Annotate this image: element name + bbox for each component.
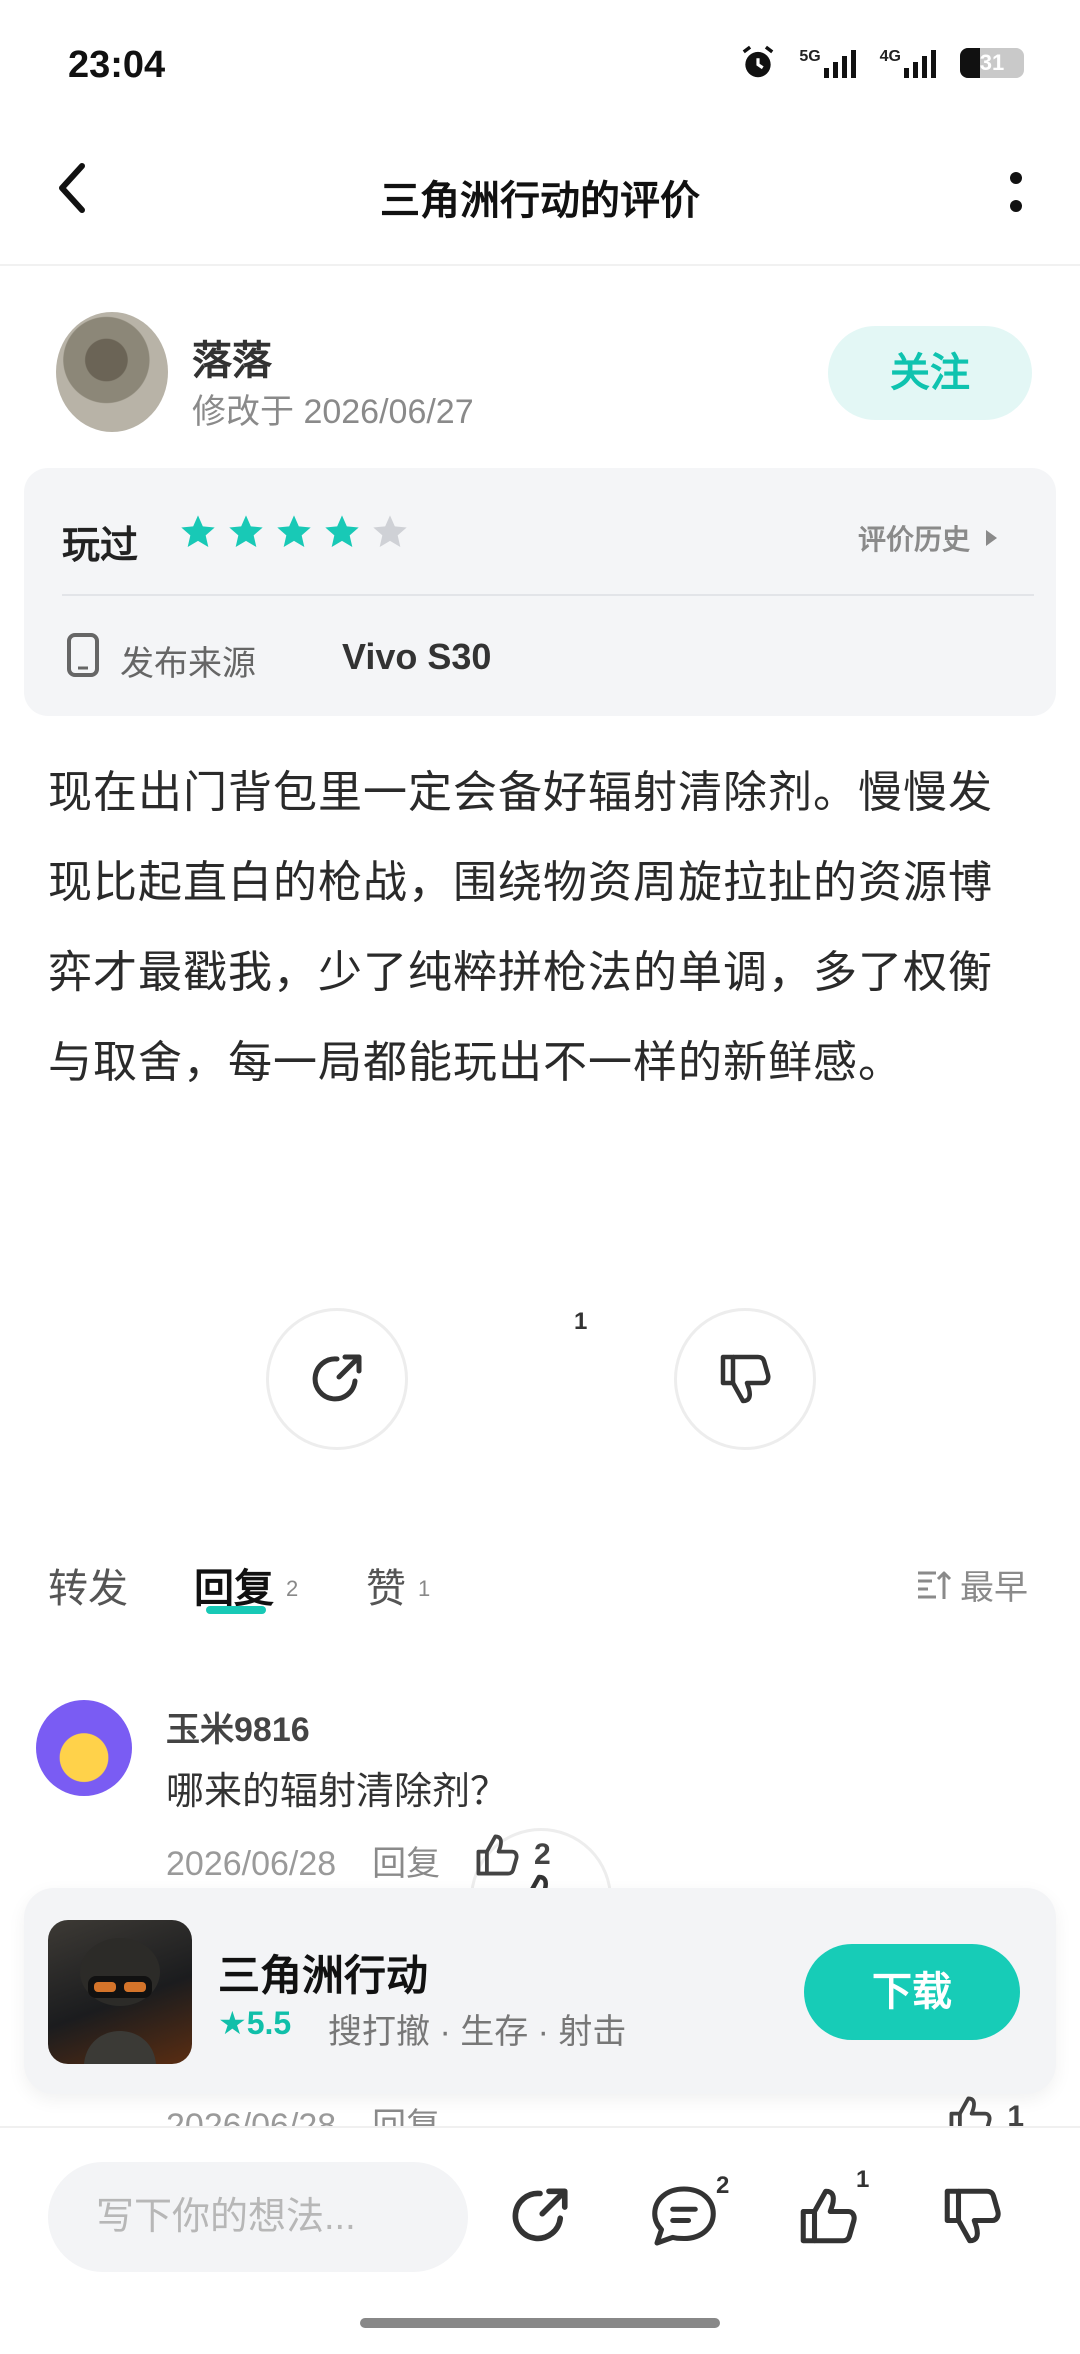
comment-reply-button[interactable]: 回复 [372,1845,440,1883]
like-count: 1 [574,1308,588,1335]
thumbs-up-icon [800,2188,857,2244]
net-label-1: 5G [799,48,821,65]
review-text: 现在出门背包里一定会备好辐射清除剂。慢慢发现比起直白的枪战，围绕物资周旋拉扯的资… [48,768,993,1087]
comment-input[interactable]: 写下你的想法... [48,2162,468,2272]
tab-reply-label: 回复 [194,1567,274,1611]
download-button[interactable]: 下载 [804,1944,1020,2040]
game-rating-value: 5.5 [246,2005,292,2041]
comment-date: 2026/06/28 [166,1845,337,1883]
tab-like-count: 1 [418,1576,431,1601]
follow-button[interactable]: 关注 [828,326,1032,420]
comment-count-badge: 2 [716,2172,730,2199]
tab-active-indicator [206,1606,266,1614]
battery-level: 31 [979,50,1005,75]
tab-reply-count: 2 [286,1576,299,1601]
comment-author[interactable]: 玉米9816 [166,1702,310,1751]
phone-icon [67,633,99,677]
header-divider [0,264,1080,266]
battery-icon: 31 [960,48,1024,78]
comment-button[interactable]: 2 [648,2172,729,2252]
triangle-right-icon [986,530,997,546]
comment-icon [652,2186,716,2246]
game-tags: 搜打撤 · 生存 · 射击 [328,2013,627,2051]
author-name[interactable]: 落落 [192,328,272,386]
status-time: 23:04 [68,44,166,86]
tab-forward[interactable]: 转发 [48,1556,128,1614]
star-icon [181,515,215,547]
rating-history-label: 评价历史 [857,524,970,555]
star-icon [373,515,407,547]
signal-4g-icon: 4G [880,48,938,78]
source-label: 发布来源 [120,645,256,683]
star-rating [178,512,410,552]
tab-like-label: 赞 [366,1567,406,1611]
rating-history-link[interactable]: 评价历史 [858,518,998,558]
modified-date: 修改于 2026/06/27 [192,393,474,431]
game-rating: ★5.5 [218,2004,291,2042]
share-button[interactable] [266,1308,408,1450]
star-icon: ★ [218,2005,247,2041]
home-indicator[interactable] [360,2318,720,2328]
game-name[interactable]: 三角洲行动 [218,1942,428,2003]
sort-toggle[interactable]: 最早 [916,1560,1028,1609]
thumbs-down-icon[interactable] [936,2180,1008,2252]
page-title: 三角洲行动的评价 [380,179,700,223]
status-icons: 5G 4G 31 [739,44,1024,82]
comment-meta: 2026/06/28 回复 [166,1836,440,1885]
comment-text: 哪来的辐射清除剂？ [166,1771,509,1813]
comment-like-button[interactable]: 2 [470,1828,1034,1882]
net-label-2: 4G [879,48,901,65]
tab-like[interactable]: 赞1 [366,1556,430,1614]
more-icon[interactable] [1008,170,1024,216]
sort-icon [918,1571,952,1599]
game-icon[interactable] [48,1920,192,2064]
source-value: Vivo S30 [342,636,492,677]
comment-like-count: 2 [534,1838,551,1871]
signal-5g-icon: 5G [799,48,857,78]
share-icon [312,1354,362,1402]
thumbs-down-icon [720,1354,771,1404]
star-icon [229,515,263,547]
like-count-badge: 1 [856,2166,870,2193]
comment-avatar[interactable] [36,1700,132,1796]
star-icon [277,515,311,547]
dislike-button[interactable] [674,1308,816,1450]
thumbs-up-icon [476,1834,519,1876]
author-avatar[interactable] [56,312,168,432]
like-button-bottom[interactable]: 1 [792,2166,869,2252]
played-label: 玩过 [62,525,139,567]
sort-label: 最早 [960,1569,1028,1607]
star-icon [325,515,359,547]
card-divider [62,594,1034,596]
alarm-icon [743,45,774,78]
share-icon[interactable] [504,2180,576,2252]
